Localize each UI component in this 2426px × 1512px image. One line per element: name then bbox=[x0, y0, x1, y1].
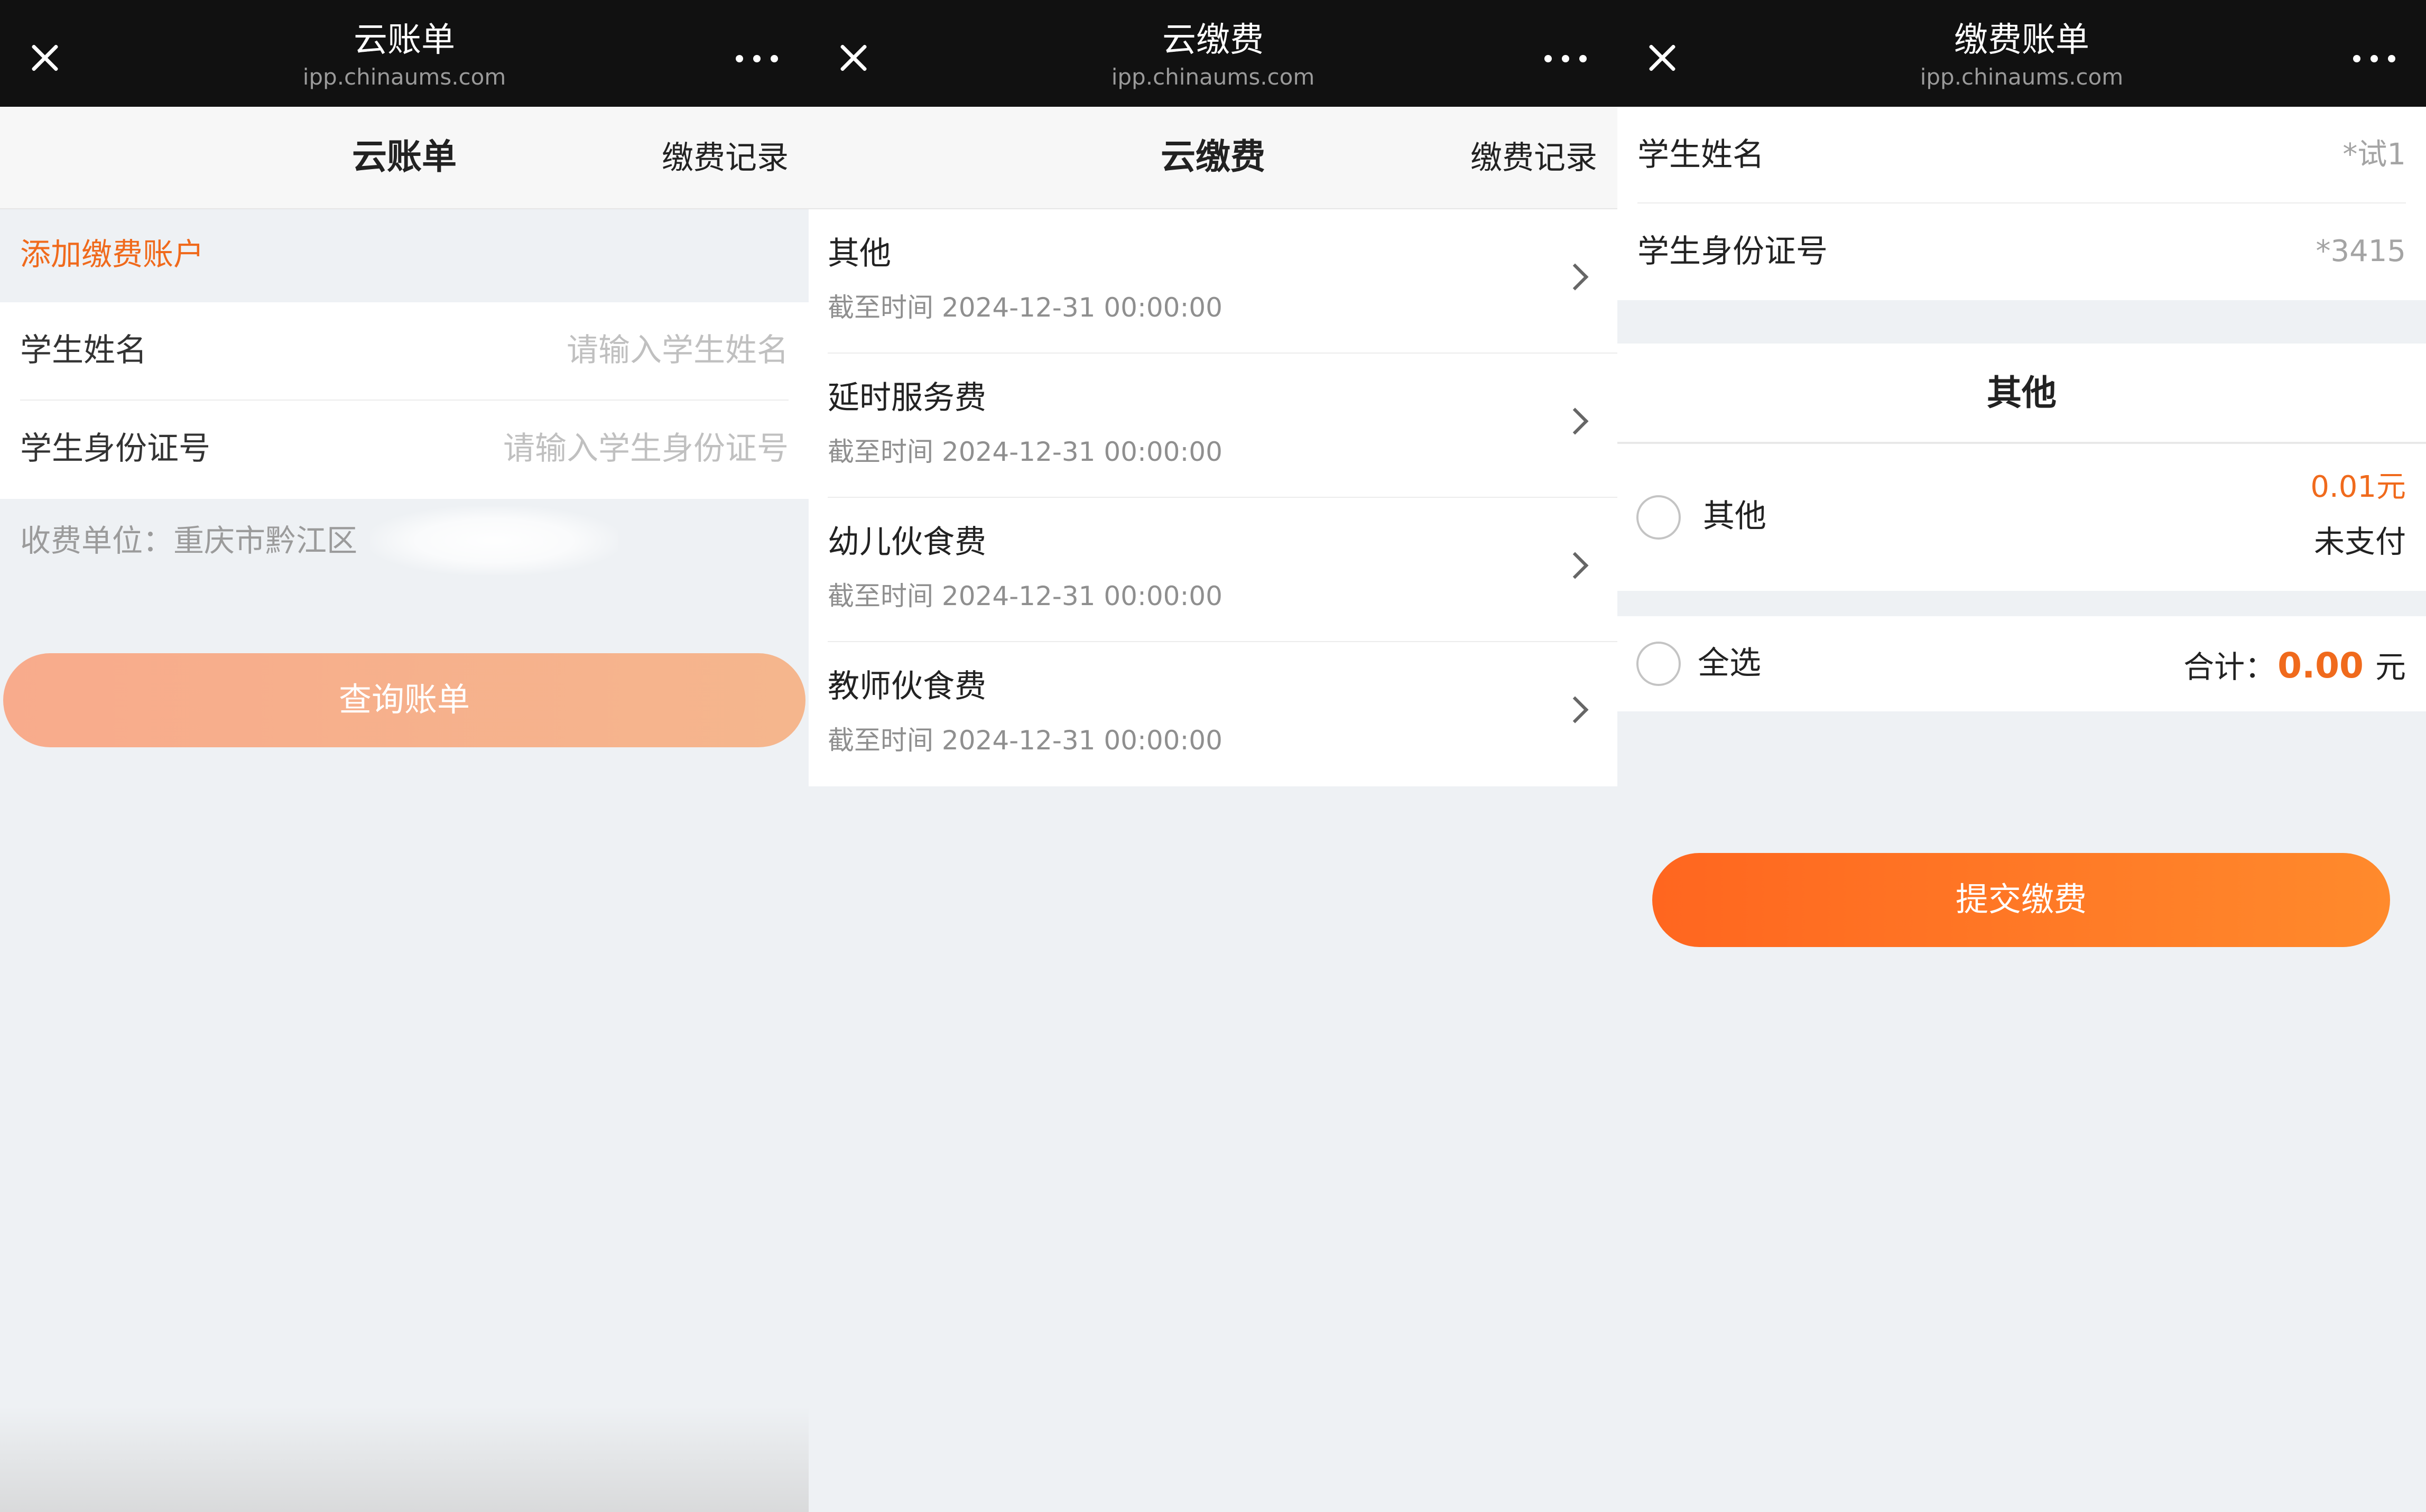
radio-icon[interactable] bbox=[1636, 495, 1681, 540]
panel-cloud-payment: 云缴费 ipp.chinaums.com 云缴费 缴费记录 其他 截至时间 20… bbox=[809, 0, 1617, 1512]
payment-records-link[interactable]: 缴费记录 bbox=[662, 135, 789, 181]
panel-cloud-bill: 云账单 ipp.chinaums.com 云账单 缴费记录 添加缴费账户 学生姓… bbox=[0, 0, 809, 1512]
nav-bar: 云账单 缴费记录 bbox=[0, 107, 809, 209]
student-id-label: 学生身份证号 bbox=[1637, 233, 1828, 270]
chevron-right-icon bbox=[1561, 407, 1589, 435]
chevron-right-icon bbox=[1561, 263, 1589, 291]
panel-payment-bill: 缴费账单 ipp.chinaums.com 学生姓名 *试1 学生身份证号 *3… bbox=[1617, 0, 2426, 1512]
more-icon[interactable] bbox=[2353, 55, 2395, 62]
bottom-shadow bbox=[0, 1406, 809, 1512]
chevron-right-icon bbox=[1561, 696, 1589, 723]
more-icon[interactable] bbox=[736, 55, 778, 62]
select-all-radio-icon[interactable] bbox=[1636, 642, 1681, 686]
total-summary: 合计：0.00 元 bbox=[2183, 641, 2406, 692]
section-title: 其他 bbox=[1987, 373, 2057, 413]
fee-deadline: 截至时间 2024-12-31 00:00:00 bbox=[828, 725, 1223, 756]
student-name-row: 学生姓名 *试1 bbox=[1637, 107, 2406, 203]
student-info: 学生姓名 *试1 学生身份证号 *3415 bbox=[1617, 107, 2426, 300]
student-name-label: 学生姓名 bbox=[20, 332, 147, 369]
fee-name: 延时服务费 bbox=[828, 379, 986, 416]
redaction-blur bbox=[370, 506, 618, 575]
fee-item-child-meals[interactable]: 幼儿伙食费 截至时间 2024-12-31 00:00:00 bbox=[828, 498, 1617, 642]
student-id-value: *3415 bbox=[2316, 234, 2406, 268]
chevron-right-icon bbox=[1561, 552, 1589, 579]
query-bill-button[interactable]: 查询账单 bbox=[3, 653, 805, 747]
fee-name: 其他 bbox=[828, 235, 891, 272]
fee-name: 幼儿伙食费 bbox=[828, 524, 986, 561]
total-row: 全选 合计：0.00 元 bbox=[1617, 616, 2426, 711]
add-payment-account-link[interactable]: 添加缴费账户 bbox=[20, 230, 204, 278]
fee-deadline: 截至时间 2024-12-31 00:00:00 bbox=[828, 437, 1223, 467]
student-id-row: 学生身份证号 bbox=[20, 401, 789, 499]
payment-records-link[interactable]: 缴费记录 bbox=[1470, 135, 1597, 181]
fee-list: 其他 截至时间 2024-12-31 00:00:00 延时服务费 截至时间 2… bbox=[809, 209, 1617, 786]
fee-item-other[interactable]: 其他 截至时间 2024-12-31 00:00:00 bbox=[828, 209, 1617, 354]
fee-item-teacher-meals[interactable]: 教师伙食费 截至时间 2024-12-31 00:00:00 bbox=[828, 642, 1617, 786]
student-form: 学生姓名 学生身份证号 bbox=[0, 302, 809, 499]
submit-payment-button[interactable]: 提交缴费 bbox=[1652, 853, 2390, 947]
fee-item-extended-service[interactable]: 延时服务费 截至时间 2024-12-31 00:00:00 bbox=[828, 354, 1617, 498]
student-name-row: 学生姓名 bbox=[20, 302, 789, 401]
student-name-value: *试1 bbox=[2342, 137, 2406, 172]
fee-name: 教师伙食费 bbox=[828, 668, 986, 705]
total-unit: 元 bbox=[2375, 649, 2406, 685]
more-icon[interactable] bbox=[1544, 55, 1587, 62]
fee-deadline: 截至时间 2024-12-31 00:00:00 bbox=[828, 581, 1223, 611]
nav-bar: 云缴费 缴费记录 bbox=[809, 107, 1617, 209]
bill-item[interactable]: 其他 0.01元 未支付 bbox=[1617, 444, 2426, 591]
title-bar: 云缴费 ipp.chinaums.com bbox=[809, 0, 1617, 107]
title-bar: 云账单 ipp.chinaums.com bbox=[0, 0, 809, 107]
bill-status: 未支付 bbox=[2313, 524, 2406, 560]
student-id-label: 学生身份证号 bbox=[20, 430, 210, 467]
window-url: ipp.chinaums.com bbox=[1111, 64, 1315, 90]
charging-unit-text: 收费单位：重庆市黔江区 bbox=[20, 523, 358, 559]
total-amount: 0.00 bbox=[2277, 645, 2364, 686]
total-label: 合计： bbox=[2183, 649, 2276, 685]
student-name-input[interactable] bbox=[313, 327, 789, 374]
title-bar: 缴费账单 ipp.chinaums.com bbox=[1617, 0, 2426, 107]
student-name-label: 学生姓名 bbox=[1637, 136, 1764, 173]
select-all-label[interactable]: 全选 bbox=[1698, 639, 1761, 687]
bill-label: 其他 bbox=[1703, 498, 1766, 535]
window-url: ipp.chinaums.com bbox=[302, 64, 506, 90]
window-url: ipp.chinaums.com bbox=[1920, 64, 2124, 90]
bill-section-header: 其他 bbox=[1617, 344, 2426, 444]
fee-deadline: 截至时间 2024-12-31 00:00:00 bbox=[828, 292, 1223, 323]
bill-amount: 0.01元 bbox=[2310, 470, 2406, 504]
student-id-row: 学生身份证号 *3415 bbox=[1637, 203, 2406, 300]
window-title: 云账单 bbox=[354, 21, 455, 60]
window-title: 云缴费 bbox=[1162, 21, 1264, 60]
student-id-input[interactable] bbox=[313, 425, 789, 472]
window-title: 缴费账单 bbox=[1954, 21, 2089, 60]
